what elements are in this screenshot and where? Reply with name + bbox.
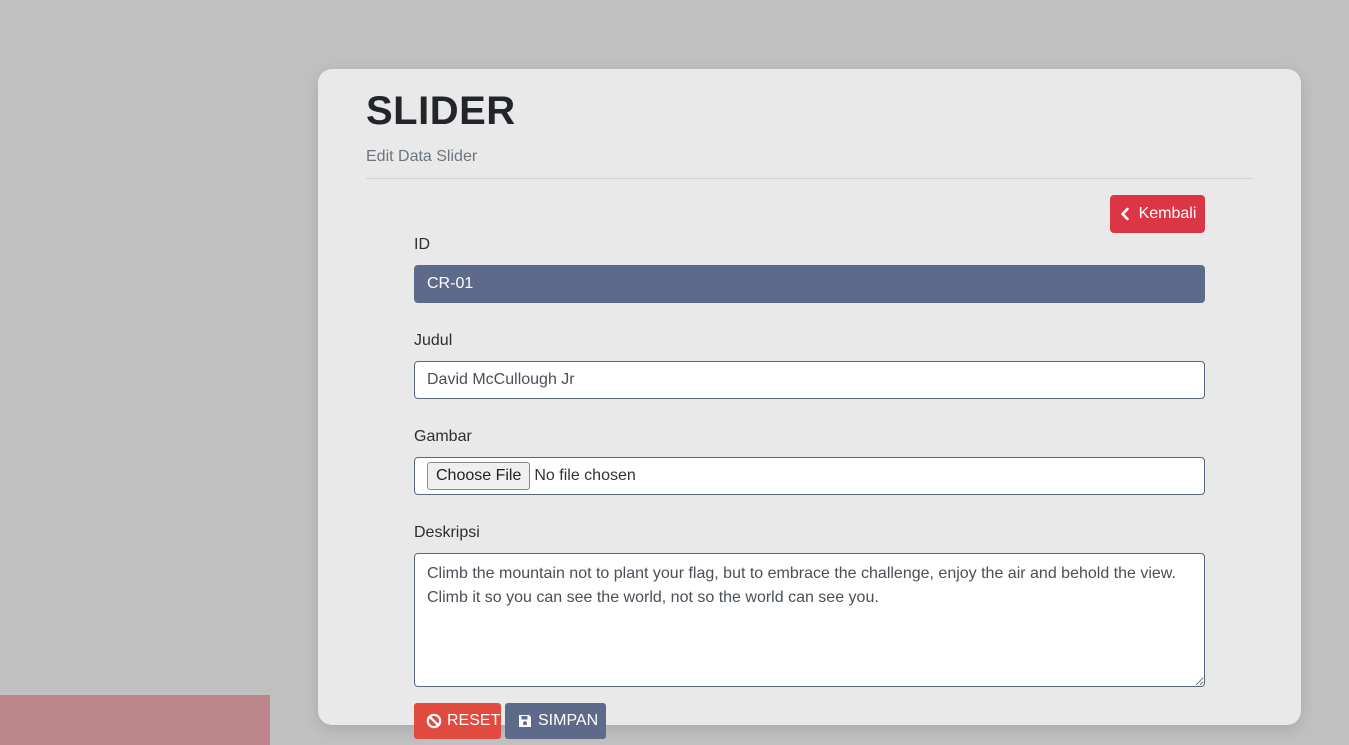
id-value: CR-01 — [427, 275, 474, 292]
header-divider — [366, 178, 1253, 179]
slider-form: ID CR-01 Judul David McCullough Jr Gamba… — [414, 235, 1205, 739]
edit-card: SLIDER Edit Data Slider Kembali ID CR-01… — [318, 69, 1301, 739]
judul-label: Judul — [414, 332, 453, 349]
choose-file-button[interactable]: Choose File — [427, 462, 531, 490]
deskripsi-textarea[interactable]: Climb the mountain not to plant your fla… — [414, 553, 1205, 687]
ban-icon — [426, 713, 442, 729]
page: SLIDER Edit Data Slider Kembali ID CR-01… — [0, 0, 1349, 745]
deskripsi-label: Deskripsi — [414, 524, 480, 541]
file-status-text: No file chosen — [534, 467, 636, 484]
page-subtitle: Edit Data Slider — [366, 148, 478, 165]
save-icon — [517, 713, 533, 729]
reset-button[interactable]: RESET — [414, 703, 501, 739]
id-field[interactable]: CR-01 — [414, 265, 1205, 303]
page-title: SLIDER — [366, 89, 516, 133]
gambar-file-field[interactable]: Choose File No file chosen — [414, 457, 1205, 495]
reset-button-label: RESET — [447, 712, 501, 729]
judul-field[interactable]: David McCullough Jr — [414, 361, 1205, 399]
back-button[interactable]: Kembali — [1110, 195, 1205, 233]
back-button-label: Kembali — [1138, 205, 1197, 222]
id-label: ID — [414, 236, 430, 253]
side-decoration-block — [0, 695, 270, 745]
save-button[interactable]: SIMPAN — [505, 703, 606, 739]
save-button-label: SIMPAN — [538, 712, 599, 729]
judul-value: David McCullough Jr — [427, 371, 575, 388]
chevron-left-icon — [1119, 206, 1135, 222]
gambar-label: Gambar — [414, 428, 472, 445]
page-header: SLIDER Edit Data Slider — [366, 89, 516, 166]
form-actions: RESET SIMPAN — [414, 703, 1205, 739]
